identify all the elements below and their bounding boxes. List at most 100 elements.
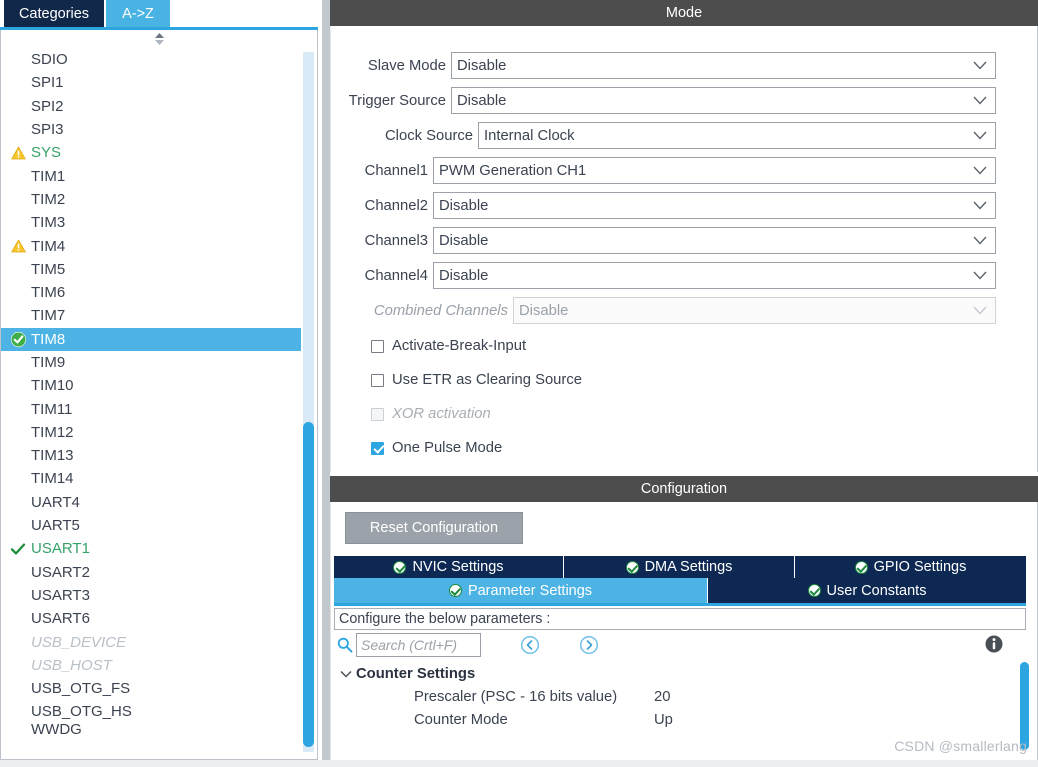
configuration-area: Mode Slave Mode Disable Trigger Source D… [330,0,1038,767]
checkbox-row-xor-activation: XOR activation [371,403,491,425]
parameter-scrollbar-thumb[interactable] [1020,662,1029,750]
peripheral-item-tim2[interactable]: TIM2 [1,188,301,211]
peripheral-item-tim8[interactable]: TIM8 [1,327,301,351]
no-status-icon [7,74,29,92]
no-status-icon [7,190,29,208]
no-status-icon [7,51,29,69]
combo-slave-mode[interactable]: Disable [451,52,996,79]
peripheral-item-usart1[interactable]: USART1 [1,537,301,560]
configuration-note-text: Configure the below parameters : [339,611,551,627]
checkbox-row-one-pulse-mode[interactable]: One Pulse Mode [371,437,502,459]
tree-row-prescaler[interactable]: Prescaler (PSC - 16 bits value) 20 [334,685,1026,708]
reset-configuration-button[interactable]: Reset Configuration [345,512,523,544]
tab-parameter-settings[interactable]: Parameter Settings [334,578,708,603]
checkbox-row-use-etr-as-clearing-source[interactable]: Use ETR as Clearing Source [371,369,582,391]
peripheral-item-wwdg[interactable]: WWDG [1,724,301,736]
combo-channel3[interactable]: Disable [433,227,996,254]
chevron-down-icon [973,233,987,249]
tree-row-prescaler-value[interactable]: 20 [654,689,670,705]
no-status-icon [7,563,29,581]
tab-a-to-z[interactable]: A->Z [106,0,170,27]
green-check-icon [7,540,29,558]
peripheral-item-label: USART6 [31,610,90,628]
peripheral-list[interactable]: SDIO SPI1 SPI2 SPI3 SYS TIM1 TIM2 TIM3 TIM4 TIM5 T… [1,48,301,758]
peripheral-item-uart4[interactable]: UART4 [1,491,301,514]
combo-channel4[interactable]: Disable [433,262,996,289]
magnifier-icon[interactable] [337,637,353,657]
checkbox-label-one-pulse-mode: One Pulse Mode [392,440,503,456]
peripheral-item-usart2[interactable]: USART2 [1,561,301,584]
tab-dma-settings[interactable]: DMA Settings [564,556,795,578]
peripheral-item-uart5[interactable]: UART5 [1,514,301,537]
peripheral-item-tim9[interactable]: TIM9 [1,351,301,374]
tab-user-constants-label: User Constants [826,582,927,599]
green-check-circle-icon [854,560,868,574]
peripheral-item-label: TIM13 [31,447,74,465]
mode-section-title: Mode [665,5,703,21]
combo-channel2-value: Disable [439,197,489,214]
tree-group-counter-settings[interactable]: Counter Settings [334,662,1026,685]
combo-channel1[interactable]: PWM Generation CH1 [433,157,996,184]
peripheral-item-usb_otg_fs[interactable]: USB_OTG_FS [1,677,301,700]
peripheral-item-usb_otg_hs[interactable]: USB_OTG_HS [1,700,301,723]
tab-nvic-settings[interactable]: NVIC Settings [334,556,564,578]
checkbox-activate-break-input[interactable] [371,339,384,353]
mode-row-channel1: Channel1 PWM Generation CH1 [331,157,996,184]
peripheral-item-tim12[interactable]: TIM12 [1,421,301,444]
tab-categories[interactable]: Categories [4,0,104,27]
tree-row-counter-mode[interactable]: Counter Mode Up [334,708,1026,731]
peripheral-item-sdio[interactable]: SDIO [1,48,301,71]
peripheral-item-spi3[interactable]: SPI3 [1,118,301,141]
sort-updown-icon[interactable] [1,30,317,48]
checkbox-use-etr-as-clearing-source[interactable] [371,373,384,387]
checkbox-one-pulse-mode[interactable] [371,441,384,455]
checkbox-xor-activation [371,407,384,421]
peripheral-item-tim5[interactable]: TIM5 [1,258,301,281]
combo-channel2[interactable]: Disable [433,192,996,219]
peripheral-item-tim10[interactable]: TIM10 [1,374,301,397]
peripheral-item-tim6[interactable]: TIM6 [1,281,301,304]
no-status-icon [7,493,29,511]
no-status-icon [7,284,29,302]
peripheral-item-tim7[interactable]: TIM7 [1,304,301,327]
tree-row-prescaler-name: Prescaler (PSC - 16 bits value) [414,688,618,705]
peripheral-item-sys[interactable]: SYS [1,141,301,164]
peripheral-item-tim1[interactable]: TIM1 [1,164,301,187]
combo-clock-source[interactable]: Internal Clock [478,122,996,149]
stm32cubemx-peripheral-config-screen: Categories A->Z SDIO SPI1 SPI2 SPI3 SYS TIM1 T… [0,0,1038,767]
peripheral-item-tim3[interactable]: TIM3 [1,211,301,234]
combo-trigger-source[interactable]: Disable [451,87,996,114]
peripheral-item-tim13[interactable]: TIM13 [1,444,301,467]
sidebar-scrollbar-thumb[interactable] [303,422,314,747]
search-input[interactable] [356,633,481,657]
combo-combined-channels-value: Disable [519,302,569,319]
peripheral-item-usb_host[interactable]: USB_HOST [1,654,301,677]
peripheral-item-label: SPI3 [31,121,64,139]
peripheral-item-label: UART4 [31,493,80,511]
panel-splitter[interactable] [322,0,330,767]
tab-gpio-settings[interactable]: GPIO Settings [795,556,1026,578]
tab-user-constants[interactable]: User Constants [708,578,1026,603]
tab-parameter-settings-label: Parameter Settings [467,582,593,599]
label-channel1: Channel1 [364,162,428,179]
checkbox-row-activate-break-input[interactable]: Activate-Break-Input [371,335,526,357]
peripheral-item-label: USB_DEVICE [31,633,127,651]
peripheral-item-usart3[interactable]: USART3 [1,584,301,607]
tab-gpio-settings-label: GPIO Settings [873,559,967,575]
peripheral-item-spi2[interactable]: SPI2 [1,95,301,118]
circle-right-arrow-icon[interactable] [579,635,599,659]
peripheral-item-spi1[interactable]: SPI1 [1,71,301,94]
no-status-icon [7,423,29,441]
peripheral-item-tim14[interactable]: TIM14 [1,467,301,490]
circle-left-arrow-icon[interactable] [520,635,540,659]
configuration-section-header: Configuration [330,476,1038,502]
peripheral-item-tim11[interactable]: TIM11 [1,397,301,420]
tree-row-counter-mode-value[interactable]: Up [654,712,673,728]
chevron-down-icon[interactable] [336,670,356,678]
green-check-circle-icon [393,560,407,574]
peripheral-item-usart6[interactable]: USART6 [1,607,301,630]
info-circle-icon[interactable] [984,634,1004,658]
peripheral-item-tim4[interactable]: TIM4 [1,234,301,257]
peripheral-item-usb_device[interactable]: USB_DEVICE [1,630,301,653]
parameter-tree[interactable]: Counter Settings Prescaler (PSC - 16 bit… [334,662,1026,764]
